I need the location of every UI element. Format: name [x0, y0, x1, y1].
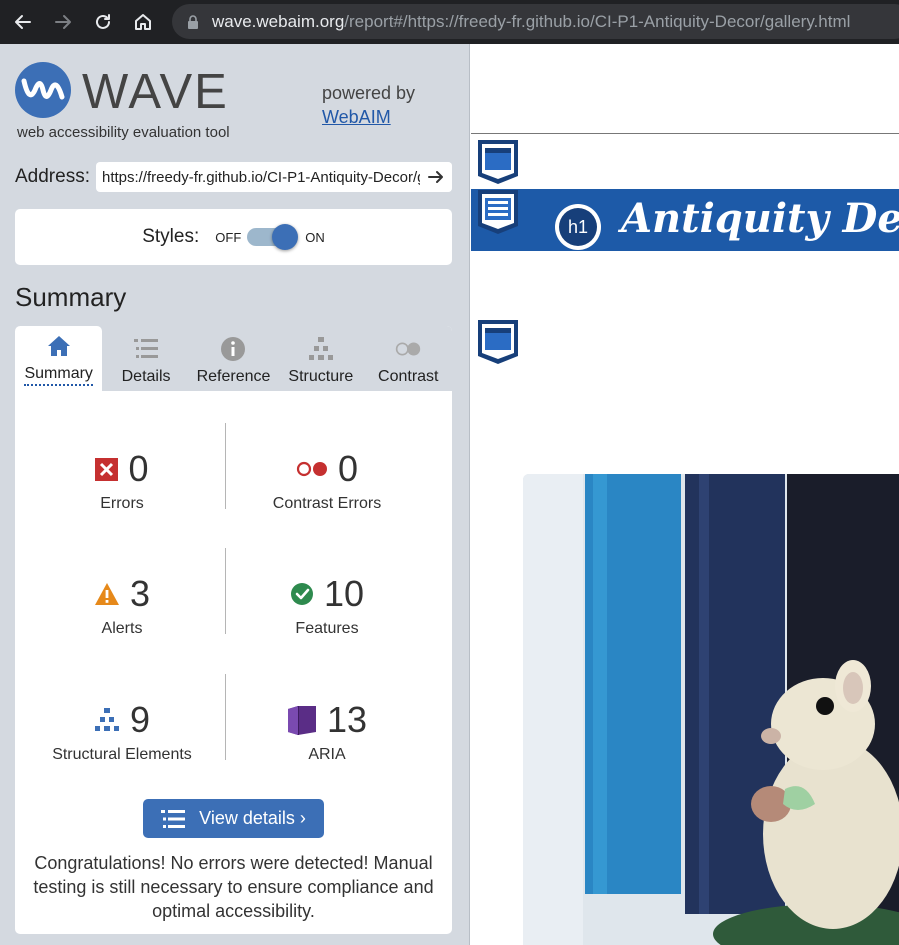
stat-features[interactable]: 10 Features [226, 572, 428, 662]
error-icon [95, 457, 119, 481]
contrast-icon [395, 336, 421, 362]
tab-label: Details [121, 368, 171, 385]
stat-aria[interactable]: 13 ARIA [226, 698, 428, 788]
address-bar[interactable]: wave.webaim.org/report#/https://freedy-f… [172, 4, 899, 39]
tab-label: Summary [24, 365, 93, 386]
alerts-count: 3 [129, 573, 151, 614]
contrast-error-icon [296, 461, 327, 477]
list-icon [161, 809, 186, 829]
structure-icon [308, 336, 334, 362]
alerts-label: Alerts [101, 620, 143, 637]
tab-bar: Summary Details Reference Structure Cont… [15, 326, 452, 391]
wave-logo-icon [15, 62, 71, 118]
tab-structure[interactable]: Structure [277, 326, 364, 391]
aria-icon [287, 706, 316, 735]
stat-contrast-errors[interactable]: 0 Contrast Errors [226, 447, 428, 537]
arrow-right-icon [55, 15, 71, 29]
tab-label: Contrast [378, 368, 439, 385]
features-count: 10 [323, 573, 365, 614]
alert-icon [94, 583, 119, 605]
summary-panel: Summary Details Reference Structure Cont… [15, 326, 452, 934]
address-label: Address: [15, 166, 90, 187]
reload-icon [96, 14, 110, 29]
contrast-errors-label: Contrast Errors [272, 495, 382, 512]
summary-heading: Summary [15, 282, 127, 312]
aria-label: ARIA [308, 746, 346, 763]
aria-count: 13 [326, 699, 368, 740]
page-preview: h1 Antiquity Decor [471, 44, 899, 945]
tab-details[interactable]: Details [102, 326, 189, 391]
site-title: Antiquity Decor [621, 195, 899, 242]
stat-errors[interactable]: 0 Errors [17, 447, 227, 537]
list-icon [133, 336, 159, 362]
forward-button[interactable] [43, 0, 83, 44]
tab-summary[interactable]: Summary [15, 326, 103, 391]
tab-reference[interactable]: Reference [190, 326, 277, 391]
address-go-button[interactable] [420, 162, 452, 192]
webaim-link[interactable]: WebAIM [322, 105, 415, 129]
stat-alerts[interactable]: 3 Alerts [17, 572, 227, 662]
nav-marker-icon[interactable] [475, 189, 521, 235]
styles-toggle[interactable] [247, 222, 299, 252]
errors-count: 0 [128, 448, 149, 489]
wave-logo[interactable]: WAVE web accessibility evaluation tool [15, 62, 295, 146]
structure-marker-icon[interactable] [475, 319, 521, 365]
address-value: https://freedy-fr.github.io/CI-P1-Antiqu… [101, 168, 452, 186]
stat-structural[interactable]: 9 Structural Elements [17, 698, 227, 788]
lock-icon [188, 14, 198, 29]
h1-badge-text: h1 [559, 208, 597, 246]
tab-contrast[interactable]: Contrast [365, 326, 452, 391]
logo-text: WAVE [82, 65, 229, 119]
structural-label: Structural Elements [52, 746, 192, 763]
view-details-label: View details › [199, 808, 306, 828]
logo-tagline: web accessibility evaluation tool [17, 124, 230, 141]
site-banner: h1 Antiquity Decor [471, 189, 899, 251]
view-details-button[interactable]: View details › [143, 799, 324, 838]
contrast-errors-count: 0 [337, 448, 359, 489]
horizontal-rule [471, 133, 899, 134]
powered-by-text: powered by [322, 83, 416, 103]
tab-label: Structure [288, 368, 354, 385]
styles-toggle-box: Styles: OFF ON [15, 209, 452, 265]
url-text: wave.webaim.org/report#/https://freedy-f… [212, 11, 851, 31]
toggle-on-label: ON [305, 229, 325, 245]
h1-marker[interactable]: h1 [555, 204, 601, 250]
wave-sidebar: WAVE web accessibility evaluation tool p… [0, 44, 470, 945]
structure-icon [94, 708, 119, 731]
arrow-right-icon [428, 171, 443, 183]
arrow-left-icon [15, 15, 31, 29]
mouse-figurine-image [523, 474, 899, 945]
home-outline-icon [135, 14, 151, 30]
congrats-message: Congratulations! No errors were detected… [33, 853, 434, 921]
address-input[interactable]: https://freedy-fr.github.io/CI-P1-Antiqu… [95, 162, 452, 192]
tab-label: Reference [196, 368, 271, 385]
browser-toolbar: wave.webaim.org/report#/https://freedy-f… [0, 0, 899, 44]
styles-label: Styles: [142, 226, 200, 247]
home-button[interactable] [123, 0, 163, 44]
errors-label: Errors [100, 495, 144, 512]
powered-by: powered by WebAIM [322, 81, 415, 129]
features-label: Features [295, 620, 359, 637]
toggle-off-label: OFF [215, 229, 242, 245]
feature-check-icon [290, 583, 313, 605]
gallery-photo [523, 474, 899, 945]
home-icon [46, 333, 72, 359]
structure-marker-icon[interactable] [475, 139, 521, 185]
address-row: Address: https://freedy-fr.github.io/CI-… [15, 162, 452, 192]
info-icon [220, 336, 246, 362]
toggle-knob[interactable] [272, 224, 299, 250]
back-button[interactable] [3, 0, 43, 44]
reload-button[interactable] [83, 0, 123, 44]
structural-count: 9 [129, 699, 151, 740]
